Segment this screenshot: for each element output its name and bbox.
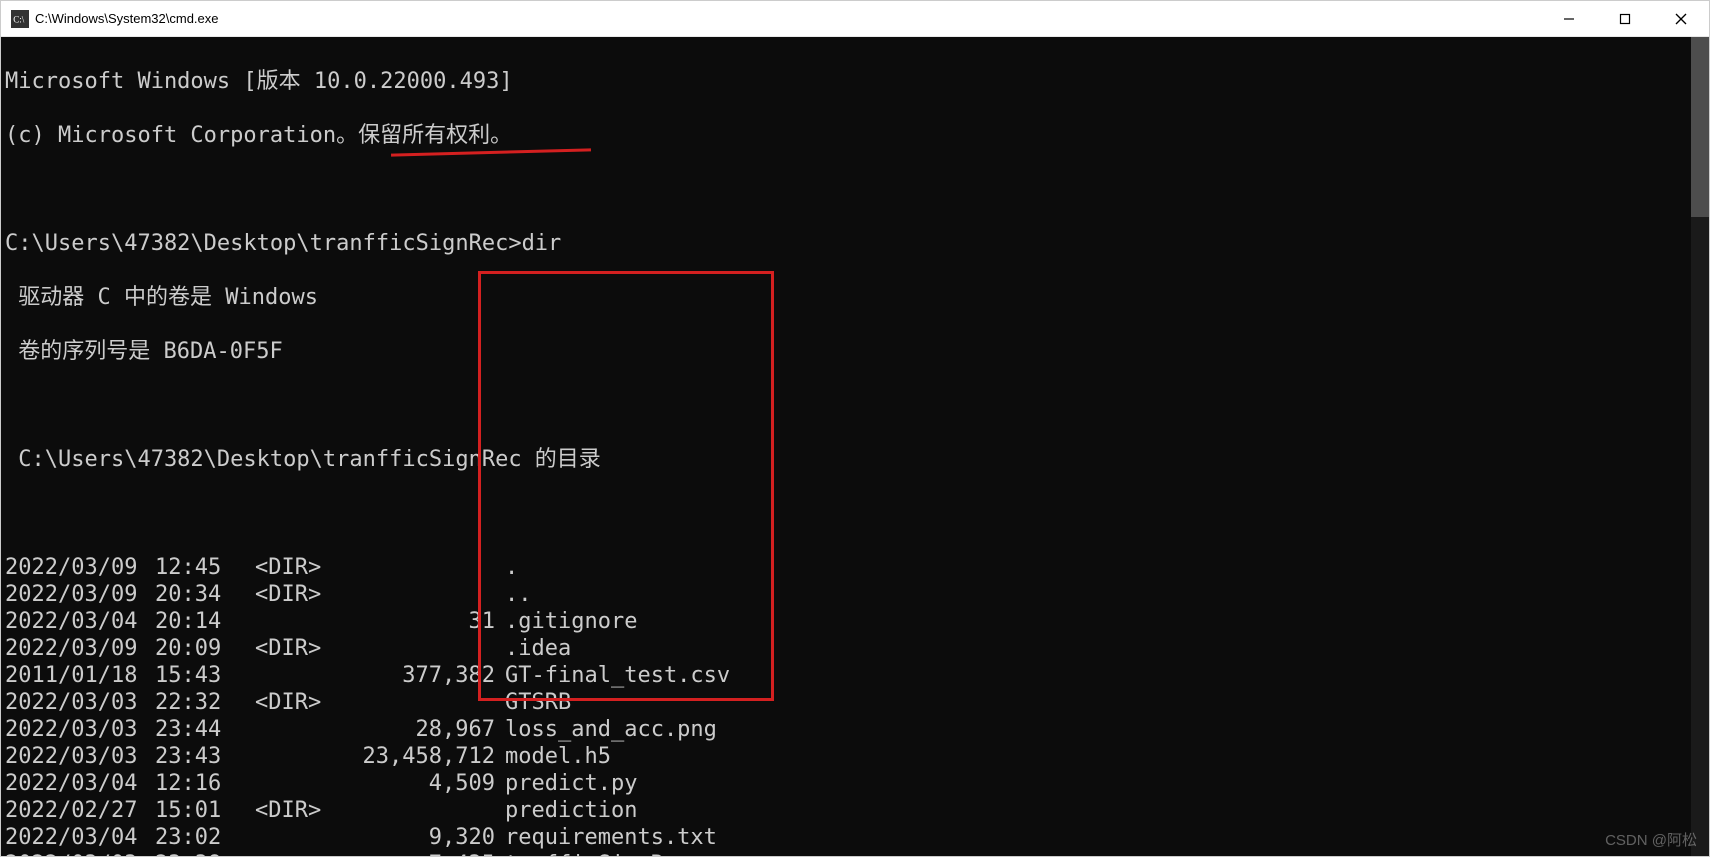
- list-item: 2022/03/0323:38 7,435tanfficSignRec.py: [5, 851, 1691, 856]
- entry-size: 4,509: [345, 770, 505, 797]
- entry-name: GT-final_test.csv: [505, 662, 730, 689]
- entry-size: 9,320: [345, 824, 505, 851]
- entry-name: prediction: [505, 797, 637, 824]
- entry-name: .idea: [505, 635, 571, 662]
- entry-time: 12:16: [155, 770, 255, 797]
- entry-name: .: [505, 554, 518, 581]
- list-item: 2022/03/0322:32<DIR> GTSRB: [5, 689, 1691, 716]
- entry-time: 15:01: [155, 797, 255, 824]
- entry-size: [345, 797, 505, 824]
- entry-size: [345, 689, 505, 716]
- cmd-window: C:\ C:\Windows\System32\cmd.exe Microsof…: [0, 0, 1710, 857]
- entry-time: 20:14: [155, 608, 255, 635]
- terminal-output: Microsoft Windows [版本 10.0.22000.493] (c…: [1, 37, 1691, 856]
- entry-date: 2022/03/03: [5, 851, 155, 856]
- entry-size: [345, 635, 505, 662]
- entry-size: 28,967: [345, 716, 505, 743]
- window-title: C:\Windows\System32\cmd.exe: [35, 11, 219, 26]
- entry-time: 22:32: [155, 689, 255, 716]
- header-line-2: (c) Microsoft Corporation。保留所有权利。: [5, 122, 1691, 149]
- dir-listing: 2022/03/0912:45<DIR>.2022/03/0920:34<DIR…: [5, 554, 1691, 856]
- list-item: 2011/01/1815:43 377,382GT-final_test.csv: [5, 662, 1691, 689]
- entry-dir-marker: <DIR>: [255, 689, 345, 716]
- prompt-command: dir: [522, 231, 562, 256]
- entry-date: 2022/03/04: [5, 824, 155, 851]
- entry-date: 2022/02/27: [5, 797, 155, 824]
- entry-name: tanfficSignRec.py: [505, 851, 730, 856]
- list-item: 2022/03/0420:14 31.gitignore: [5, 608, 1691, 635]
- titlebar[interactable]: C:\ C:\Windows\System32\cmd.exe: [1, 1, 1709, 37]
- entry-date: 2022/03/09: [5, 581, 155, 608]
- entry-date: 2022/03/04: [5, 770, 155, 797]
- list-item: 2022/02/2715:01<DIR> prediction: [5, 797, 1691, 824]
- entry-size: [345, 554, 505, 581]
- entry-dir-marker: [255, 716, 345, 743]
- volume-line-1: 驱动器 C 中的卷是 Windows: [5, 284, 1691, 311]
- entry-time: 23:43: [155, 743, 255, 770]
- entry-time: 20:09: [155, 635, 255, 662]
- entry-dir-marker: [255, 824, 345, 851]
- header-line-1: Microsoft Windows [版本 10.0.22000.493]: [5, 68, 1691, 95]
- entry-name: predict.py: [505, 770, 637, 797]
- entry-dir-marker: <DIR>: [255, 581, 345, 608]
- entry-name: ..: [505, 581, 532, 608]
- entry-time: 12:45: [155, 554, 255, 581]
- entry-date: 2022/03/09: [5, 635, 155, 662]
- entry-time: 23:02: [155, 824, 255, 851]
- entry-dir-marker: <DIR>: [255, 797, 345, 824]
- list-item: 2022/03/0323:44 28,967loss_and_acc.png: [5, 716, 1691, 743]
- svg-text:C:\: C:\: [13, 14, 25, 24]
- minimize-button[interactable]: [1541, 1, 1597, 37]
- entry-name: .gitignore: [505, 608, 637, 635]
- entry-dir-marker: <DIR>: [255, 554, 345, 581]
- list-item: 2022/03/0920:34<DIR>..: [5, 581, 1691, 608]
- entry-size: 23,458,712: [345, 743, 505, 770]
- entry-dir-marker: <DIR>: [255, 635, 345, 662]
- close-button[interactable]: [1653, 1, 1709, 37]
- entry-date: 2011/01/18: [5, 662, 155, 689]
- list-item: 2022/03/0912:45<DIR>.: [5, 554, 1691, 581]
- scrollbar-track[interactable]: [1691, 37, 1709, 856]
- entry-dir-marker: [255, 851, 345, 856]
- list-item: 2022/03/0412:16 4,509predict.py: [5, 770, 1691, 797]
- entry-date: 2022/03/04: [5, 608, 155, 635]
- entry-size: 31: [345, 608, 505, 635]
- entry-time: 23:44: [155, 716, 255, 743]
- entry-date: 2022/03/09: [5, 554, 155, 581]
- entry-date: 2022/03/03: [5, 743, 155, 770]
- terminal-area[interactable]: Microsoft Windows [版本 10.0.22000.493] (c…: [1, 37, 1709, 856]
- maximize-button[interactable]: [1597, 1, 1653, 37]
- list-item: 2022/03/0920:09<DIR> .idea: [5, 635, 1691, 662]
- entry-size: 377,382: [345, 662, 505, 689]
- entry-time: 15:43: [155, 662, 255, 689]
- entry-name: loss_and_acc.png: [505, 716, 717, 743]
- list-item: 2022/03/0323:43 23,458,712model.h5: [5, 743, 1691, 770]
- entry-date: 2022/03/03: [5, 716, 155, 743]
- entry-time: 20:34: [155, 581, 255, 608]
- entry-date: 2022/03/03: [5, 689, 155, 716]
- entry-name: model.h5: [505, 743, 611, 770]
- scrollbar-thumb[interactable]: [1691, 37, 1709, 217]
- dir-header: C:\Users\47382\Desktop\tranfficSignRec 的…: [5, 446, 1691, 473]
- entry-size: [345, 581, 505, 608]
- entry-time: 23:38: [155, 851, 255, 856]
- prompt-path: C:\Users\47382\Desktop\tranfficSignRec>: [5, 231, 522, 256]
- entry-name: GTSRB: [505, 689, 571, 716]
- entry-dir-marker: [255, 662, 345, 689]
- list-item: 2022/03/0423:02 9,320requirements.txt: [5, 824, 1691, 851]
- entry-name: requirements.txt: [505, 824, 717, 851]
- entry-dir-marker: [255, 743, 345, 770]
- entry-dir-marker: [255, 608, 345, 635]
- entry-size: 7,435: [345, 851, 505, 856]
- cmd-icon: C:\: [11, 10, 29, 28]
- entry-dir-marker: [255, 770, 345, 797]
- volume-line-2: 卷的序列号是 B6DA-0F5F: [5, 338, 1691, 365]
